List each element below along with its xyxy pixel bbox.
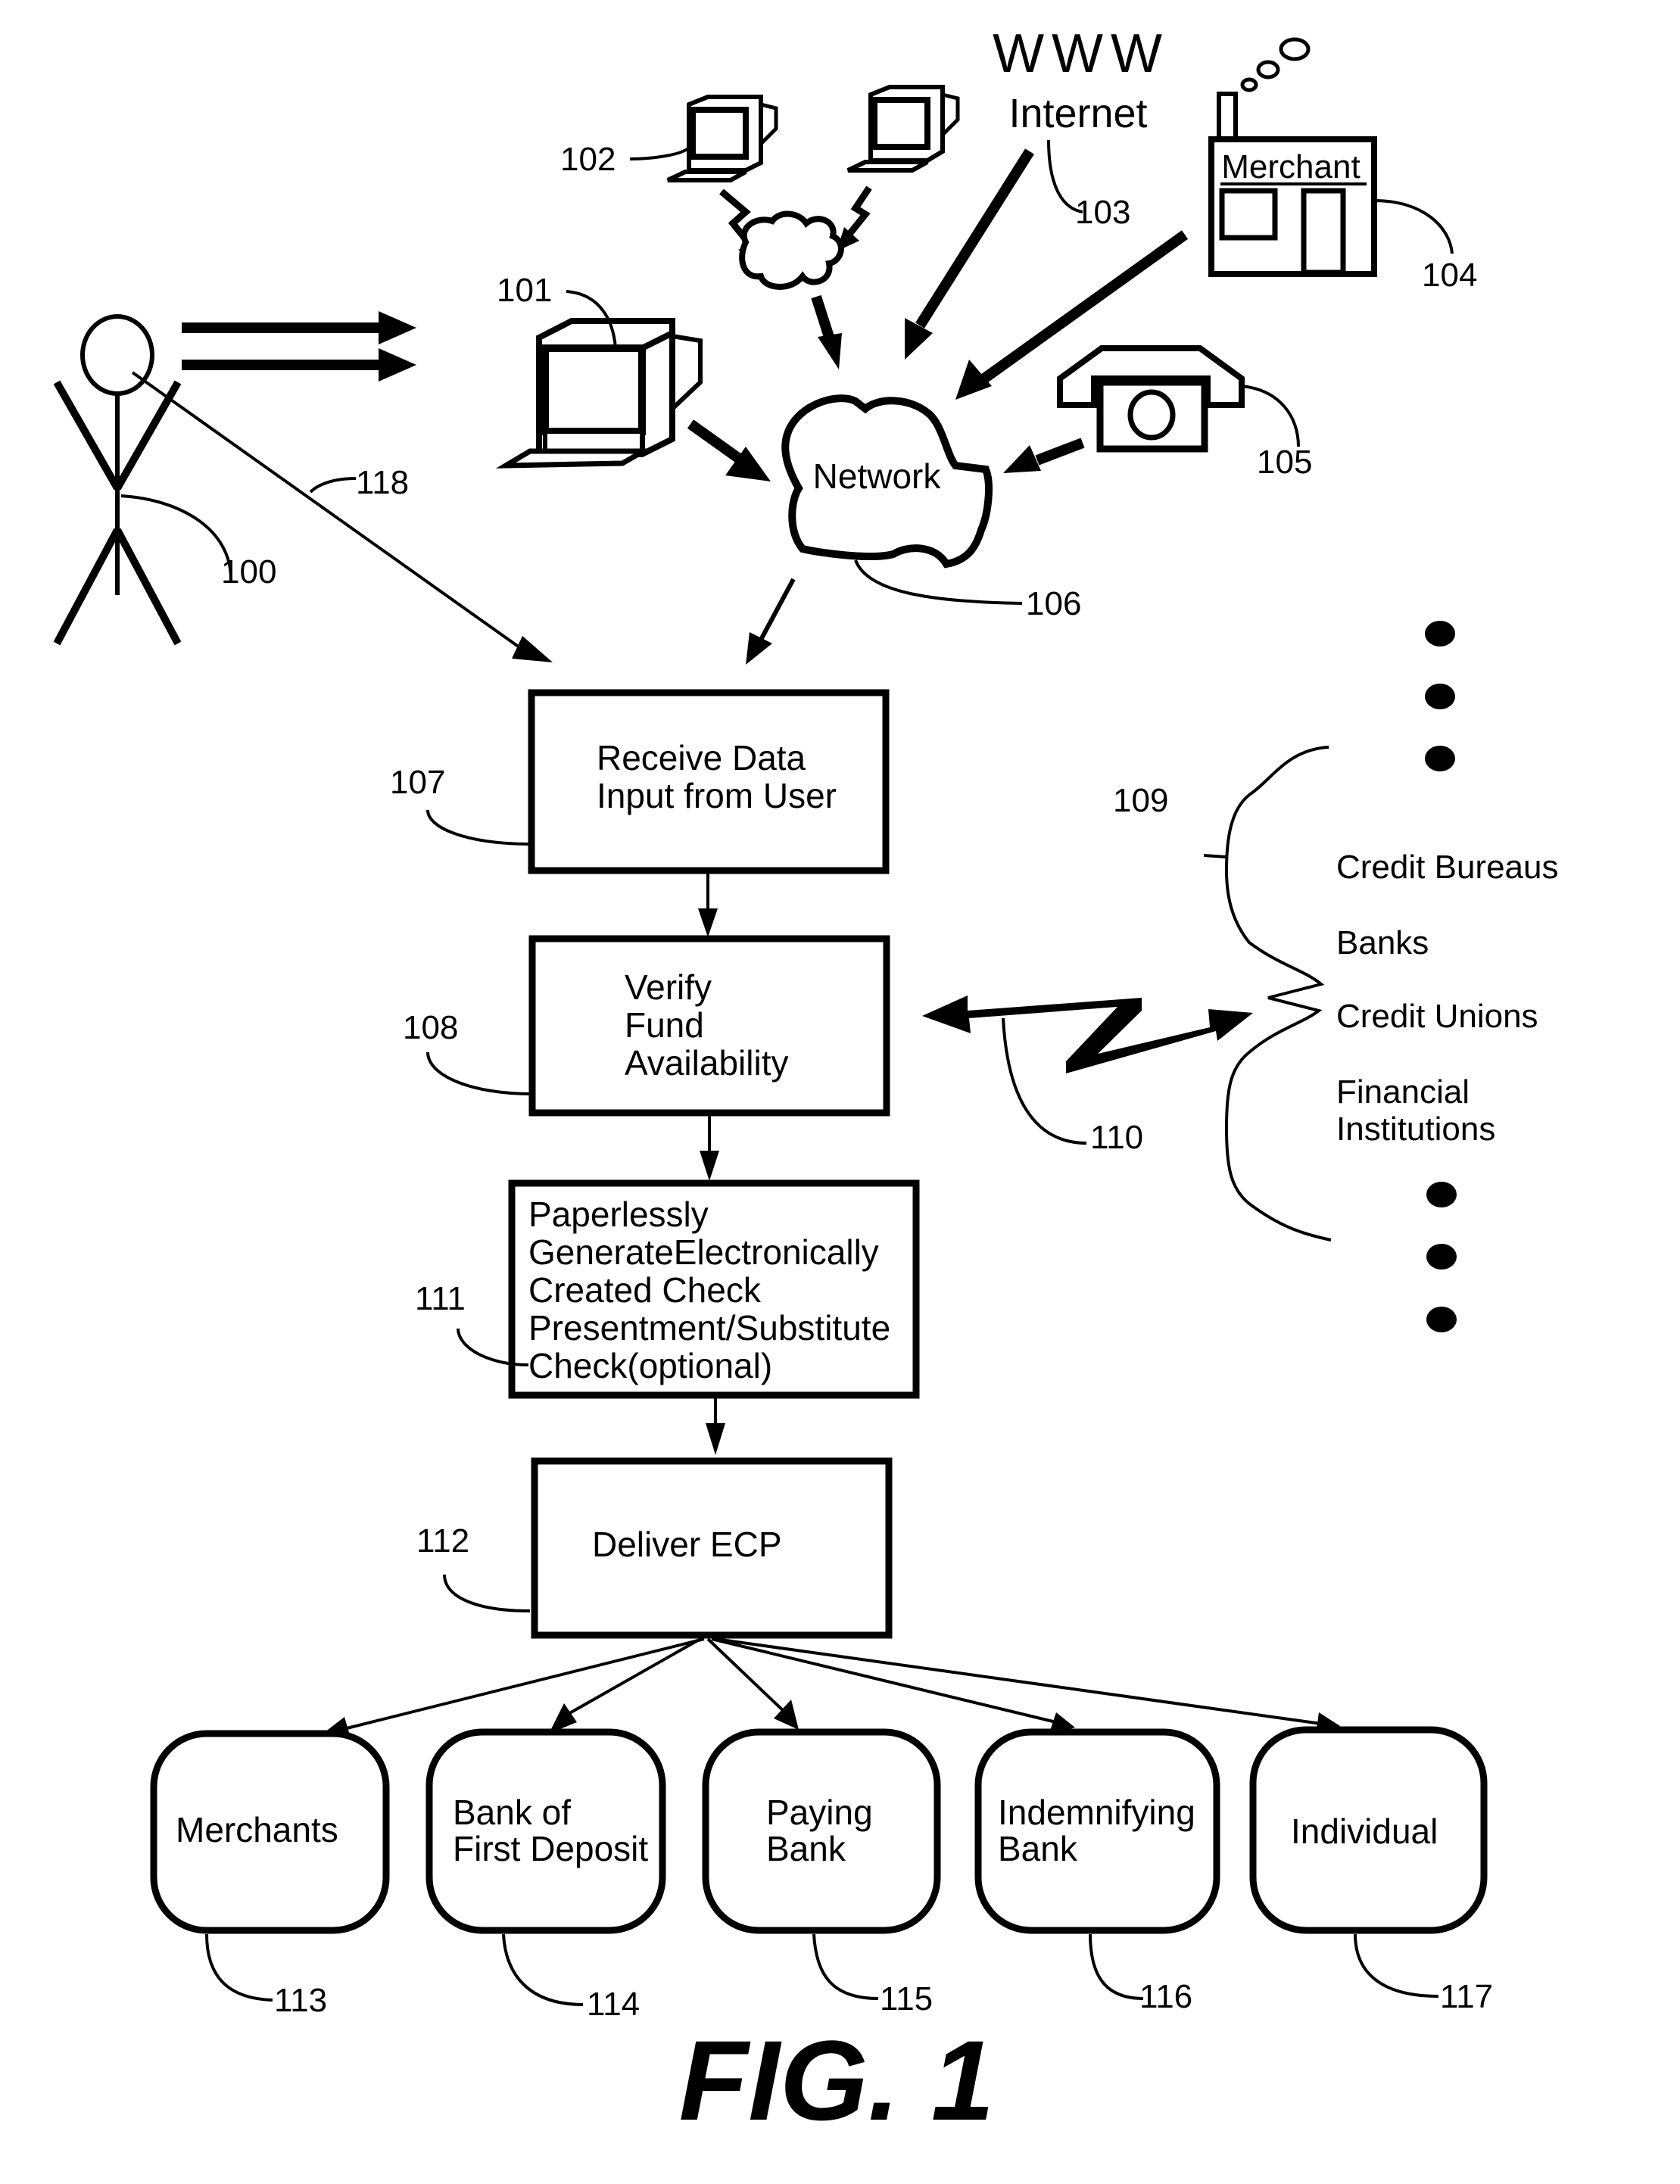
ref-113: 113 bbox=[274, 1982, 327, 2019]
institution-item: Financial bbox=[1336, 1073, 1470, 1111]
ref-116: 116 bbox=[1139, 1978, 1192, 2015]
ref-109: 109 bbox=[1113, 782, 1168, 819]
leader-109 bbox=[1203, 854, 1227, 858]
leader-106 bbox=[854, 559, 1023, 605]
network-label: Network bbox=[813, 456, 942, 496]
wireless-link-110-icon bbox=[922, 995, 1253, 1073]
user-stick-figure-icon bbox=[53, 314, 182, 646]
fan-out-arrows bbox=[318, 1637, 1340, 1737]
institutions-list: Credit Bureaus Banks Credit Unions Finan… bbox=[1336, 849, 1558, 1148]
ref-110: 110 bbox=[1090, 1119, 1143, 1156]
leader-115 bbox=[812, 1933, 879, 2000]
recipient-label: Merchants bbox=[176, 1810, 338, 1849]
arrow-111-to-112 bbox=[706, 1395, 725, 1455]
arrow-cloud-to-network bbox=[811, 294, 842, 369]
computer-102b-icon bbox=[846, 85, 960, 173]
ref-103: 103 bbox=[1075, 194, 1130, 231]
leader-117 bbox=[1354, 1933, 1439, 1998]
recipient-paying-bank: Paying Bank bbox=[702, 1728, 941, 1934]
merchant-sign-label: Merchant bbox=[1221, 148, 1360, 185]
small-cloud-icon bbox=[739, 210, 844, 290]
recipient-label: Individual bbox=[1291, 1812, 1438, 1851]
leader-104 bbox=[1373, 199, 1454, 254]
ref-102: 102 bbox=[560, 141, 616, 178]
ref-108: 108 bbox=[403, 1009, 458, 1046]
leader-118 bbox=[309, 477, 357, 494]
leader-105 bbox=[1241, 385, 1300, 447]
figure-title: FIG. 1 bbox=[679, 2017, 995, 2144]
computer-101-icon bbox=[495, 318, 703, 469]
www-label: WWW bbox=[993, 23, 1170, 84]
leader-102 bbox=[629, 146, 690, 160]
ref-114: 114 bbox=[587, 1986, 640, 2023]
institution-item: Banks bbox=[1336, 924, 1429, 961]
leader-114 bbox=[502, 1933, 584, 2006]
patent-figure: 100 118 101 102 WWW Internet 103 Merchan… bbox=[53, 23, 1558, 2144]
deliver-ecp-text: Deliver ECP bbox=[592, 1525, 782, 1564]
arrow-phone-to-network bbox=[1003, 438, 1085, 473]
institutions-brace bbox=[1224, 746, 1332, 1242]
ref-111: 111 bbox=[415, 1280, 466, 1317]
arrow-computer-to-network bbox=[687, 419, 771, 481]
leader-113 bbox=[205, 1933, 273, 2002]
leader-107 bbox=[426, 809, 532, 846]
leader-108 bbox=[426, 1051, 533, 1095]
ref-112: 112 bbox=[416, 1522, 469, 1559]
leader-110 bbox=[1002, 1017, 1087, 1145]
ref-118: 118 bbox=[356, 464, 409, 501]
recipient-bank-of-first-deposit: Bank of First Deposit bbox=[425, 1728, 666, 1934]
institution-item: Institutions bbox=[1336, 1111, 1495, 1148]
arrow-108-to-111 bbox=[700, 1113, 719, 1181]
ref-105: 105 bbox=[1257, 444, 1312, 481]
user-to-computer-arrows bbox=[182, 311, 416, 382]
recipient-indemnifying-bank: Indemnifying Bank bbox=[974, 1728, 1220, 1934]
receive-data-text: Receive Data Input from User bbox=[597, 738, 837, 815]
institution-item: Credit Bureaus bbox=[1336, 849, 1558, 886]
computer-102a-icon bbox=[666, 95, 778, 182]
ref-100: 100 bbox=[221, 553, 276, 590]
recipient-merchants: Merchants bbox=[150, 1730, 390, 1934]
ellipsis-dots-bottom bbox=[1426, 1182, 1457, 1332]
ref-117: 117 bbox=[1440, 1978, 1493, 2015]
ref-101: 101 bbox=[497, 272, 552, 309]
ref-106: 106 bbox=[1026, 585, 1081, 622]
ref-115: 115 bbox=[880, 1980, 933, 2017]
ref-104: 104 bbox=[1422, 257, 1477, 294]
institution-item: Credit Unions bbox=[1336, 998, 1538, 1035]
telephone-icon bbox=[1057, 345, 1245, 453]
arrow-network-to-receive bbox=[746, 578, 796, 665]
leader-112 bbox=[443, 1574, 531, 1612]
arrow-107-to-108 bbox=[698, 871, 718, 937]
recipient-individual: Individual bbox=[1249, 1726, 1488, 1934]
leader-116 bbox=[1089, 1933, 1144, 2000]
internet-label: Internet bbox=[1008, 91, 1147, 136]
ref-107: 107 bbox=[390, 764, 445, 801]
arrow-internet-to-network bbox=[905, 148, 1034, 360]
ellipsis-dots-top bbox=[1425, 621, 1455, 771]
